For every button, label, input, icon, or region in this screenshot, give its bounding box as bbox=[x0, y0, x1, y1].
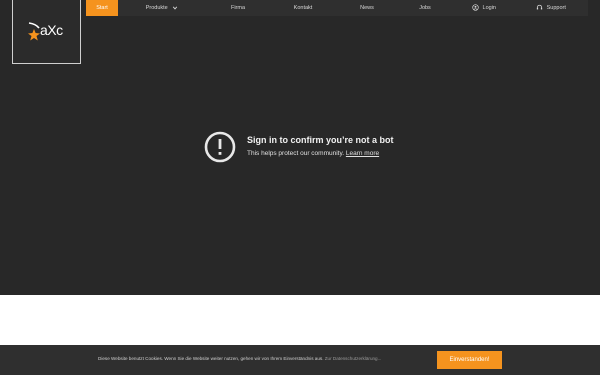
chevron-down-icon bbox=[173, 6, 178, 10]
nav-item-news[interactable]: News bbox=[338, 0, 396, 16]
nav-item-firma[interactable]: Firma bbox=[208, 0, 268, 16]
nav-item-produkte-label: Produkte bbox=[145, 5, 168, 11]
warning-icon bbox=[204, 131, 236, 163]
star-logo-icon bbox=[28, 22, 40, 41]
cookie-message: Diese Website benutzt Cookies. Wenn Sie … bbox=[98, 356, 324, 361]
privacy-policy-link[interactable]: Zur Datenschutzerklärung... bbox=[325, 356, 382, 361]
logo-text: aXc bbox=[40, 22, 63, 38]
learn-more-link[interactable]: Learn more bbox=[346, 150, 379, 157]
nav-item-support-label: Support bbox=[546, 5, 566, 11]
nav-item-kontakt[interactable]: Kontakt bbox=[268, 0, 338, 16]
logo[interactable]: aXc bbox=[12, 0, 81, 64]
bot-check-subtitle-text: This helps protect our community. bbox=[247, 150, 345, 157]
nav-item-jobs[interactable]: Jobs bbox=[396, 0, 454, 16]
nav-item-login[interactable]: Login bbox=[454, 0, 514, 16]
cookie-text: Diese Website benutzt Cookies. Wenn Sie … bbox=[98, 356, 381, 361]
cookie-banner: Diese Website benutzt Cookies. Wenn Sie … bbox=[0, 345, 600, 375]
headset-icon bbox=[536, 4, 543, 10]
nav-item-produkte[interactable]: Produkte bbox=[118, 0, 208, 16]
main-nav: Start Produkte Firma Kontakt News Jobs L… bbox=[86, 0, 588, 16]
bot-check-subtitle: This helps protect our community. Learn … bbox=[247, 150, 379, 157]
nav-item-support[interactable]: Support bbox=[514, 0, 588, 16]
nav-item-login-label: Login bbox=[482, 5, 496, 11]
accept-cookies-button[interactable]: Einverstanden! bbox=[437, 351, 502, 369]
bot-check-title: Sign in to confirm you’re not a bot bbox=[247, 135, 394, 145]
user-circle-icon bbox=[472, 4, 479, 11]
nav-item-start[interactable]: Start bbox=[86, 0, 118, 16]
embedded-video-area bbox=[0, 0, 600, 295]
